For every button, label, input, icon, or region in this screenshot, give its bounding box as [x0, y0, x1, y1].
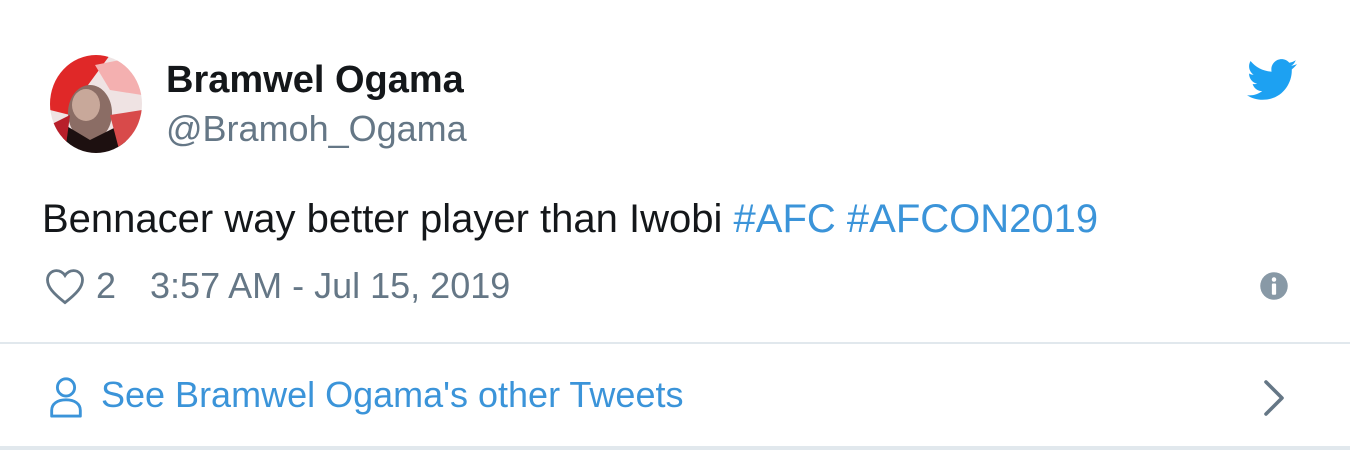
- chevron-right-icon[interactable]: [1262, 378, 1286, 418]
- tweet-timestamp[interactable]: 3:57 AM - Jul 15, 2019: [150, 265, 510, 307]
- info-icon[interactable]: [1259, 271, 1289, 301]
- author-handle[interactable]: @Bramoh_Ogama: [166, 108, 467, 150]
- tweet-card: Bramwel Ogama @Bramoh_Ogama Bennacer way…: [0, 0, 1350, 450]
- heart-icon[interactable]: [44, 266, 86, 306]
- hashtag-afc[interactable]: #AFC: [734, 197, 836, 241]
- hashtag-afcon2019[interactable]: #AFCON2019: [847, 197, 1098, 241]
- tweet-body: Bennacer way better player than Iwobi: [42, 197, 734, 241]
- tweet-text: Bennacer way better player than Iwobi #A…: [42, 195, 1098, 243]
- avatar-image: [50, 55, 142, 153]
- person-icon: [50, 377, 82, 418]
- see-other-tweets-label[interactable]: See Bramwel Ogama's other Tweets: [101, 373, 683, 417]
- like-count: 2: [96, 265, 117, 306]
- card-bottom-border: [0, 446, 1350, 450]
- tweet-meta: 2 3:57 AM - Jul 15, 2019: [44, 264, 510, 308]
- see-other-tweets-link[interactable]: See Bramwel Ogama's other Tweets: [0, 344, 1350, 446]
- avatar[interactable]: [50, 55, 142, 153]
- author-display-name[interactable]: Bramwel Ogama: [166, 58, 464, 102]
- twitter-bird-icon[interactable]: [1247, 58, 1297, 102]
